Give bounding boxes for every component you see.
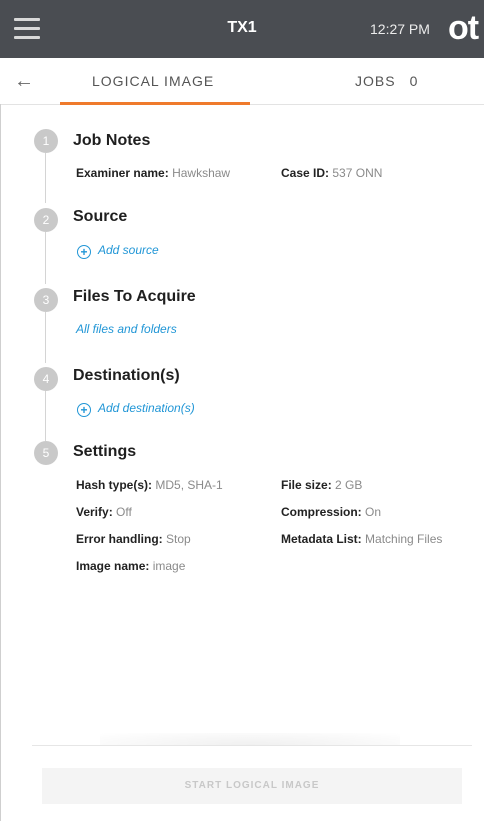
metadata-list-field: Metadata List: Matching Files xyxy=(281,532,442,546)
compression-label: Compression: xyxy=(281,505,362,519)
case-id-value: 537 ONN xyxy=(332,166,383,180)
add-destination-link[interactable]: + Add destination(s) xyxy=(77,401,195,417)
brand-logo: ot xyxy=(448,9,479,47)
add-source-label: Add source xyxy=(98,243,159,257)
image-name-value: image xyxy=(152,559,186,573)
compression-value: On xyxy=(365,505,382,519)
step-job-notes-title[interactable]: Job Notes xyxy=(73,132,150,150)
error-handling-label: Error handling: xyxy=(76,532,163,546)
hash-type-label: Hash type(s): xyxy=(76,478,153,492)
verify-field: Verify: Off xyxy=(76,505,132,519)
tab-jobs-label: JOBS xyxy=(355,73,396,89)
top-app-bar: TX1 12:27 PM ot xyxy=(0,0,484,58)
verify-value: Off xyxy=(116,505,132,519)
step-destination-title[interactable]: Destination(s) xyxy=(73,367,180,385)
step-4-number: 4 xyxy=(34,367,58,391)
compression-field: Compression: On xyxy=(281,505,381,519)
step-connector xyxy=(45,232,46,284)
file-size-value: 2 GB xyxy=(335,478,363,492)
metadata-list-value: Matching Files xyxy=(365,532,443,546)
back-arrow-icon[interactable]: ← xyxy=(6,64,42,98)
metadata-list-label: Metadata List: xyxy=(281,532,362,546)
tab-logical-image[interactable]: LOGICAL IMAGE xyxy=(60,58,250,105)
files-to-acquire-link[interactable]: All files and folders xyxy=(76,322,177,336)
footer-divider xyxy=(32,745,472,746)
image-name-label: Image name: xyxy=(76,559,150,573)
step-2-number: 2 xyxy=(34,208,58,232)
case-id-field: Case ID: 537 ONN xyxy=(281,166,382,180)
footer-shadow xyxy=(100,733,400,745)
add-source-link[interactable]: + Add source xyxy=(77,243,159,259)
step-1-number: 1 xyxy=(34,129,58,153)
case-id-label: Case ID: xyxy=(281,166,330,180)
image-name-field: Image name: image xyxy=(76,559,185,573)
tab-bar: ← LOGICAL IMAGE JOBS 0 xyxy=(0,58,484,105)
clock: 12:27 PM xyxy=(370,21,430,37)
step-5-number: 5 xyxy=(34,441,58,465)
start-logical-image-button[interactable]: START LOGICAL IMAGE xyxy=(42,768,462,804)
verify-label: Verify: xyxy=(76,505,113,519)
left-border xyxy=(0,104,1,821)
jobs-count-badge: 0 xyxy=(409,73,419,89)
examiner-name-field: Examiner name: Hawkshaw xyxy=(76,166,230,180)
step-settings-title[interactable]: Settings xyxy=(73,443,136,461)
error-handling-value: Stop xyxy=(166,532,191,546)
examiner-name-value: Hawkshaw xyxy=(172,166,231,180)
file-size-field: File size: 2 GB xyxy=(281,478,362,492)
error-handling-field: Error handling: Stop xyxy=(76,532,191,546)
add-destination-label: Add destination(s) xyxy=(98,401,195,415)
step-connector xyxy=(45,391,46,441)
tab-jobs[interactable]: JOBS 0 xyxy=(355,73,418,89)
file-size-label: File size: xyxy=(281,478,332,492)
add-circle-icon: + xyxy=(77,245,91,259)
hash-type-value: MD5, SHA-1 xyxy=(155,478,223,492)
step-source-title[interactable]: Source xyxy=(73,208,127,226)
hash-type-field: Hash type(s): MD5, SHA-1 xyxy=(76,478,223,492)
step-3-number: 3 xyxy=(34,288,58,312)
examiner-name-label: Examiner name: xyxy=(76,166,169,180)
step-files-title[interactable]: Files To Acquire xyxy=(73,288,196,306)
step-connector xyxy=(45,312,46,363)
add-circle-icon: + xyxy=(77,403,91,417)
step-connector xyxy=(45,153,46,203)
tab-logical-image-label: LOGICAL IMAGE xyxy=(92,73,215,89)
